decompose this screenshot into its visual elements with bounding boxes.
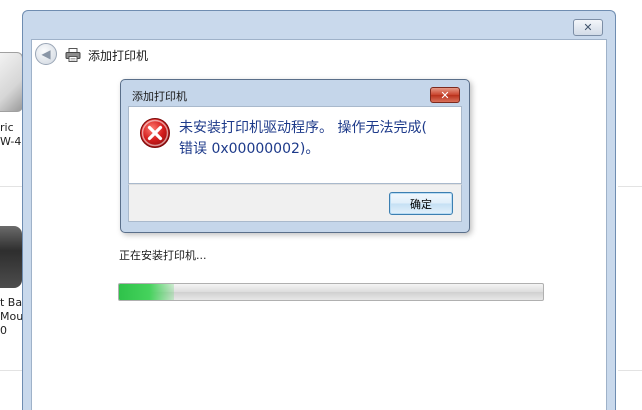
- close-icon: ✕: [440, 88, 450, 102]
- device-label[interactable]: ric W-4: [0, 121, 21, 149]
- error-message-line: 未安装打印机驱动程序。 操作无法完成(: [179, 120, 427, 136]
- divider: [618, 370, 642, 371]
- error-dialog: 添加打印机 ✕ 未安装打印机驱动程序。 操作无法完成( 错误 0x0000000…: [120, 79, 470, 233]
- back-button[interactable]: ◀: [35, 43, 57, 65]
- navigation-bar: ◀ 添加打印机: [32, 40, 606, 70]
- window-titlebar[interactable]: ✕: [23, 11, 615, 41]
- error-message: 未安装打印机驱动程序。 操作无法完成( 错误 0x00000002)。: [179, 118, 455, 160]
- error-icon: [140, 118, 170, 148]
- install-progress-bar: [118, 283, 544, 301]
- dialog-footer: 确定: [128, 184, 462, 222]
- back-arrow-icon: ◀: [41, 47, 51, 61]
- ok-button[interactable]: 确定: [389, 192, 453, 215]
- mouse-device-icon[interactable]: [0, 226, 22, 288]
- close-icon: ✕: [583, 21, 593, 34]
- installing-status-text: 正在安装打印机...: [119, 249, 207, 262]
- device-label[interactable]: t Ba Mou 0: [0, 296, 23, 338]
- dialog-title: 添加打印机: [132, 90, 187, 103]
- dialog-close-button[interactable]: ✕: [430, 87, 460, 103]
- window-close-button[interactable]: ✕: [573, 19, 603, 36]
- error-message-line: 错误 0x00000002)。: [179, 141, 320, 157]
- wizard-title: 添加打印机: [88, 49, 149, 63]
- divider: [0, 186, 24, 187]
- divider: [618, 186, 642, 187]
- background-right-strip: [618, 0, 642, 400]
- dialog-content: 未安装打印机驱动程序。 操作无法完成( 错误 0x00000002)。: [128, 106, 462, 184]
- printer-icon: [65, 48, 81, 62]
- divider: [0, 370, 24, 371]
- progress-fill: [119, 284, 175, 300]
- printer-device-icon[interactable]: [0, 52, 23, 112]
